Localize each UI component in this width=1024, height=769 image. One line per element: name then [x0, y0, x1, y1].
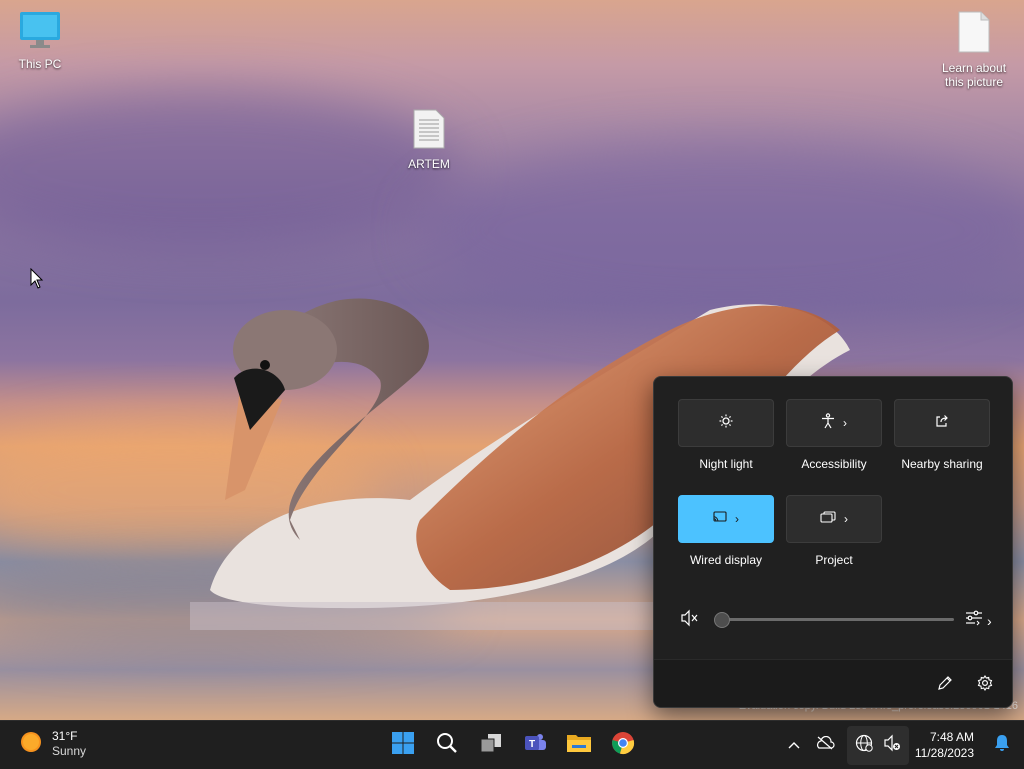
monitor-icon	[0, 10, 80, 53]
task-view-icon	[479, 732, 503, 759]
cast-icon	[713, 510, 727, 528]
volume-row: ›	[680, 607, 992, 632]
start-button[interactable]	[386, 729, 420, 761]
clock-date: 11/28/2023	[914, 746, 974, 760]
project-icon	[820, 510, 836, 528]
chrome-icon	[611, 731, 635, 760]
volume-muted-icon[interactable]	[680, 609, 700, 632]
chevron-right-icon: ›	[843, 416, 847, 430]
chevron-up-icon[interactable]	[779, 736, 809, 754]
file-explorer-icon	[566, 732, 592, 759]
nearby-sharing-button[interactable]	[894, 399, 990, 447]
quick-settings-panel: Night light › Accessibility Nearby shari…	[653, 376, 1013, 708]
accessibility-button[interactable]: ›	[786, 399, 882, 447]
weather-temperature: 31°F	[52, 729, 78, 743]
chrome-button[interactable]	[606, 729, 640, 761]
quick-settings-footer	[654, 659, 1012, 707]
wired-display-button[interactable]: ›	[678, 495, 774, 543]
file-explorer-button[interactable]	[562, 729, 596, 761]
edit-pencil-icon[interactable]	[937, 675, 953, 696]
wired-display-label: Wired display	[689, 553, 763, 567]
volume-slider-track[interactable]	[724, 618, 954, 621]
search-icon	[436, 732, 458, 759]
nearby-sharing-tile[interactable]: Nearby sharing	[888, 399, 996, 471]
onedrive-offline-icon[interactable]	[809, 735, 841, 755]
taskbar: 31°F Sunny T 7:48 AM 11/28/2023	[0, 720, 1024, 769]
night-light-button[interactable]	[678, 399, 774, 447]
night-light-label: Night light	[699, 457, 753, 471]
chevron-right-icon: ›	[987, 612, 992, 629]
clock-time: 7:48 AM	[929, 730, 974, 744]
task-view-button[interactable]	[474, 729, 508, 761]
mouse-cursor-icon	[30, 268, 44, 289]
teams-button[interactable]: T	[518, 729, 552, 761]
project-tile[interactable]: › Project	[780, 495, 888, 567]
svg-text:T: T	[529, 739, 535, 750]
teams-icon: T	[523, 731, 547, 760]
volume-muted-tray-icon	[883, 734, 901, 757]
this-pc-label: This PC	[18, 57, 62, 71]
night-light-tile[interactable]: Night light	[672, 399, 780, 471]
network-volume-group[interactable]	[846, 725, 909, 765]
notification-bell-icon[interactable]	[988, 734, 1016, 757]
nearby-sharing-label: Nearby sharing	[901, 457, 983, 471]
accessibility-label: Accessibility	[801, 457, 867, 471]
sound-mixer-icon	[965, 609, 983, 632]
wired-display-tile[interactable]: › Wired display	[672, 495, 780, 567]
text-file-icon	[389, 108, 469, 153]
system-tray: 7:48 AM 11/28/2023	[779, 721, 1024, 769]
brightness-icon	[719, 414, 733, 433]
accessibility-tile[interactable]: › Accessibility	[780, 399, 888, 471]
this-pc-desktop-icon[interactable]: This PC	[0, 10, 80, 71]
chevron-right-icon: ›	[844, 512, 848, 526]
search-button[interactable]	[430, 729, 464, 761]
clock[interactable]: 7:48 AM 11/28/2023	[915, 729, 974, 761]
artem-label: ARTEM	[408, 157, 450, 171]
weather-widget[interactable]: 31°F Sunny	[20, 729, 86, 759]
start-icon	[391, 731, 415, 760]
taskbar-apps: T	[386, 729, 640, 761]
learn-about-picture-desktop-icon[interactable]: Learn about this picture	[934, 10, 1014, 89]
artem-desktop-icon[interactable]: ARTEM	[389, 108, 469, 171]
sun-icon	[20, 731, 42, 758]
settings-gear-icon[interactable]	[977, 674, 993, 696]
accessibility-icon	[821, 412, 835, 434]
weather-condition: Sunny	[52, 744, 87, 758]
document-icon	[934, 10, 1014, 57]
share-icon	[935, 414, 949, 433]
learn-about-picture-label: Learn about this picture	[941, 61, 1007, 89]
sound-output-button[interactable]: ›	[965, 609, 992, 632]
project-button[interactable]: ›	[786, 495, 882, 543]
chevron-right-icon: ›	[735, 512, 739, 526]
globe-network-icon	[855, 734, 873, 757]
project-label: Project	[815, 553, 853, 567]
volume-slider-thumb[interactable]	[714, 612, 730, 628]
